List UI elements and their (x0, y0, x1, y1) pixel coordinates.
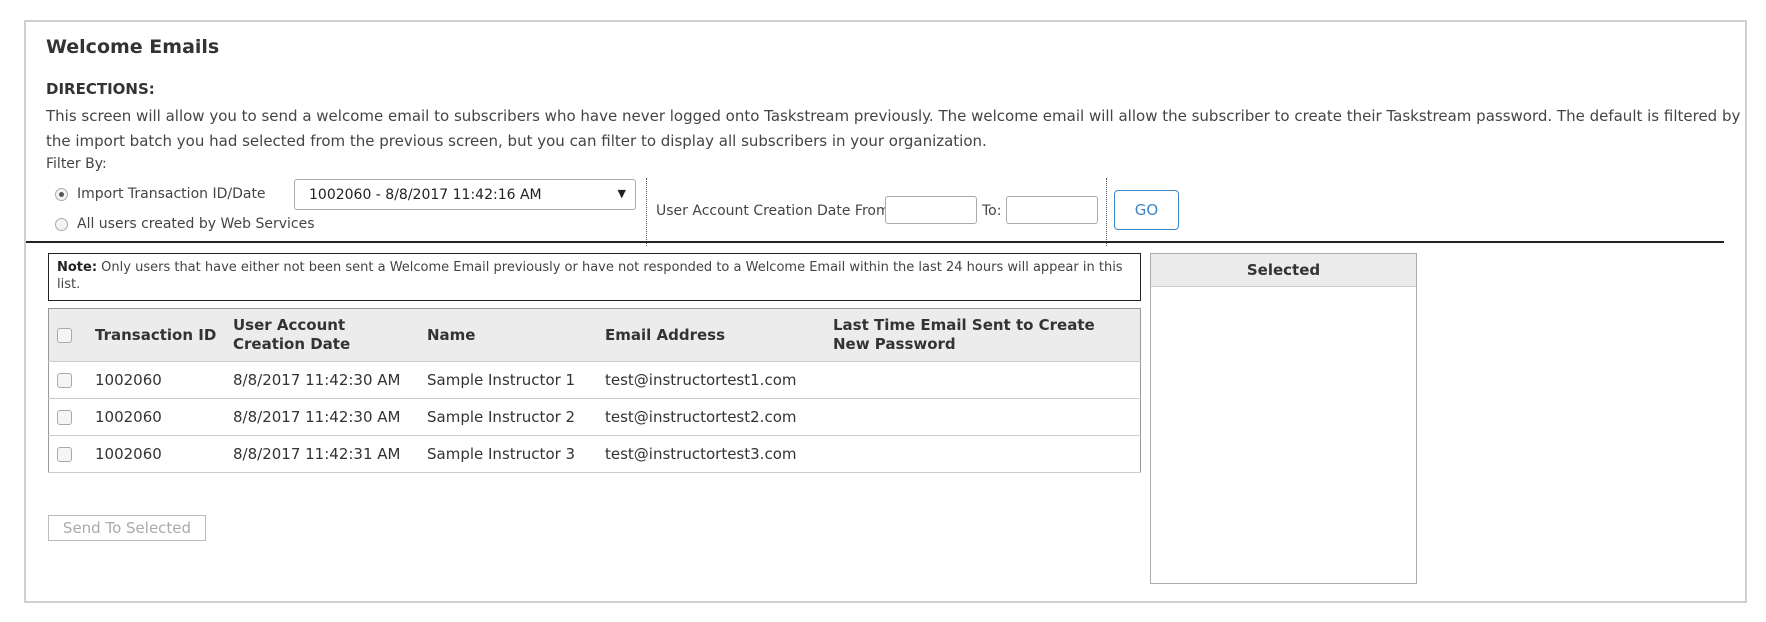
note-label: Note: (57, 260, 98, 275)
import-transaction-select-value: 1002060 - 8/8/2017 11:42:16 AM (309, 186, 542, 203)
subscribers-table: Transaction ID User Account Creation Dat… (48, 308, 1141, 473)
table-row: 1002060 8/8/2017 11:42:31 AM Sample Inst… (48, 435, 1141, 473)
row-checkbox[interactable] (57, 373, 72, 388)
cell-last-sent (825, 361, 1141, 399)
row-checkbox[interactable] (57, 410, 72, 425)
filter-divider-2 (1106, 178, 1107, 246)
date-from-input[interactable] (885, 196, 977, 224)
selected-panel-header: Selected (1151, 254, 1416, 287)
cell-name: Sample Instructor 2 (419, 398, 597, 436)
header-transaction-id: Transaction ID (87, 308, 225, 362)
welcome-emails-panel: Welcome Emails DIRECTIONS: This screen w… (24, 20, 1747, 603)
import-transaction-select[interactable]: 1002060 - 8/8/2017 11:42:16 AM ▼ (294, 179, 636, 210)
note-box: Note: Only users that have either not be… (48, 253, 1141, 301)
send-to-selected-button[interactable]: Send To Selected (48, 515, 206, 541)
radio-all-web-services[interactable]: All users created by Web Services (55, 216, 315, 232)
filter-divider-1 (646, 178, 647, 246)
row-checkbox-cell (48, 398, 87, 436)
directions-text: This screen will allow you to send a wel… (46, 107, 1741, 150)
cell-last-sent (825, 435, 1141, 473)
radio-all-web-services-label: All users created by Web Services (77, 216, 315, 232)
cell-email: test@instructortest2.com (597, 398, 825, 436)
page-title: Welcome Emails (46, 36, 220, 58)
cell-last-sent (825, 398, 1141, 436)
table-row: 1002060 8/8/2017 11:42:30 AM Sample Inst… (48, 398, 1141, 436)
cell-email: test@instructortest3.com (597, 435, 825, 473)
header-email: Email Address (597, 308, 825, 362)
radio-import-transaction[interactable]: Import Transaction ID/Date (55, 186, 266, 202)
cell-name: Sample Instructor 1 (419, 361, 597, 399)
date-to-label: To: (982, 203, 1002, 219)
header-creation-date: User Account Creation Date (225, 308, 419, 362)
selected-panel: Selected (1150, 253, 1417, 584)
filter-by-label: Filter By: (46, 156, 107, 172)
go-button[interactable]: GO (1114, 190, 1179, 230)
cell-transaction-id: 1002060 (87, 398, 225, 436)
table-header-row: Transaction ID User Account Creation Dat… (48, 308, 1141, 362)
select-all-cell (48, 308, 87, 362)
select-all-checkbox[interactable] (57, 327, 72, 343)
header-name: Name (419, 308, 597, 362)
filter-divider-rule (26, 241, 1724, 243)
cell-creation-date: 8/8/2017 11:42:30 AM (225, 398, 419, 436)
radio-import-transaction-label: Import Transaction ID/Date (77, 186, 266, 202)
header-last-sent: Last Time Email Sent to Create New Passw… (825, 308, 1141, 362)
table-row: 1002060 8/8/2017 11:42:30 AM Sample Inst… (48, 361, 1141, 399)
cell-transaction-id: 1002060 (87, 435, 225, 473)
date-to-input[interactable] (1006, 196, 1098, 224)
cell-transaction-id: 1002060 (87, 361, 225, 399)
radio-import-transaction-icon[interactable] (55, 187, 68, 201)
cell-email: test@instructortest1.com (597, 361, 825, 399)
row-checkbox[interactable] (57, 447, 72, 462)
row-checkbox-cell (48, 435, 87, 473)
cell-creation-date: 8/8/2017 11:42:30 AM (225, 361, 419, 399)
cell-creation-date: 8/8/2017 11:42:31 AM (225, 435, 419, 473)
directions-label: DIRECTIONS: (46, 80, 155, 98)
date-from-label: User Account Creation Date From: (656, 203, 895, 219)
row-checkbox-cell (48, 361, 87, 399)
dropdown-arrow-icon: ▼ (617, 187, 626, 200)
note-text: Only users that have either not been sen… (57, 260, 1123, 292)
radio-all-web-services-icon[interactable] (55, 217, 68, 231)
cell-name: Sample Instructor 3 (419, 435, 597, 473)
